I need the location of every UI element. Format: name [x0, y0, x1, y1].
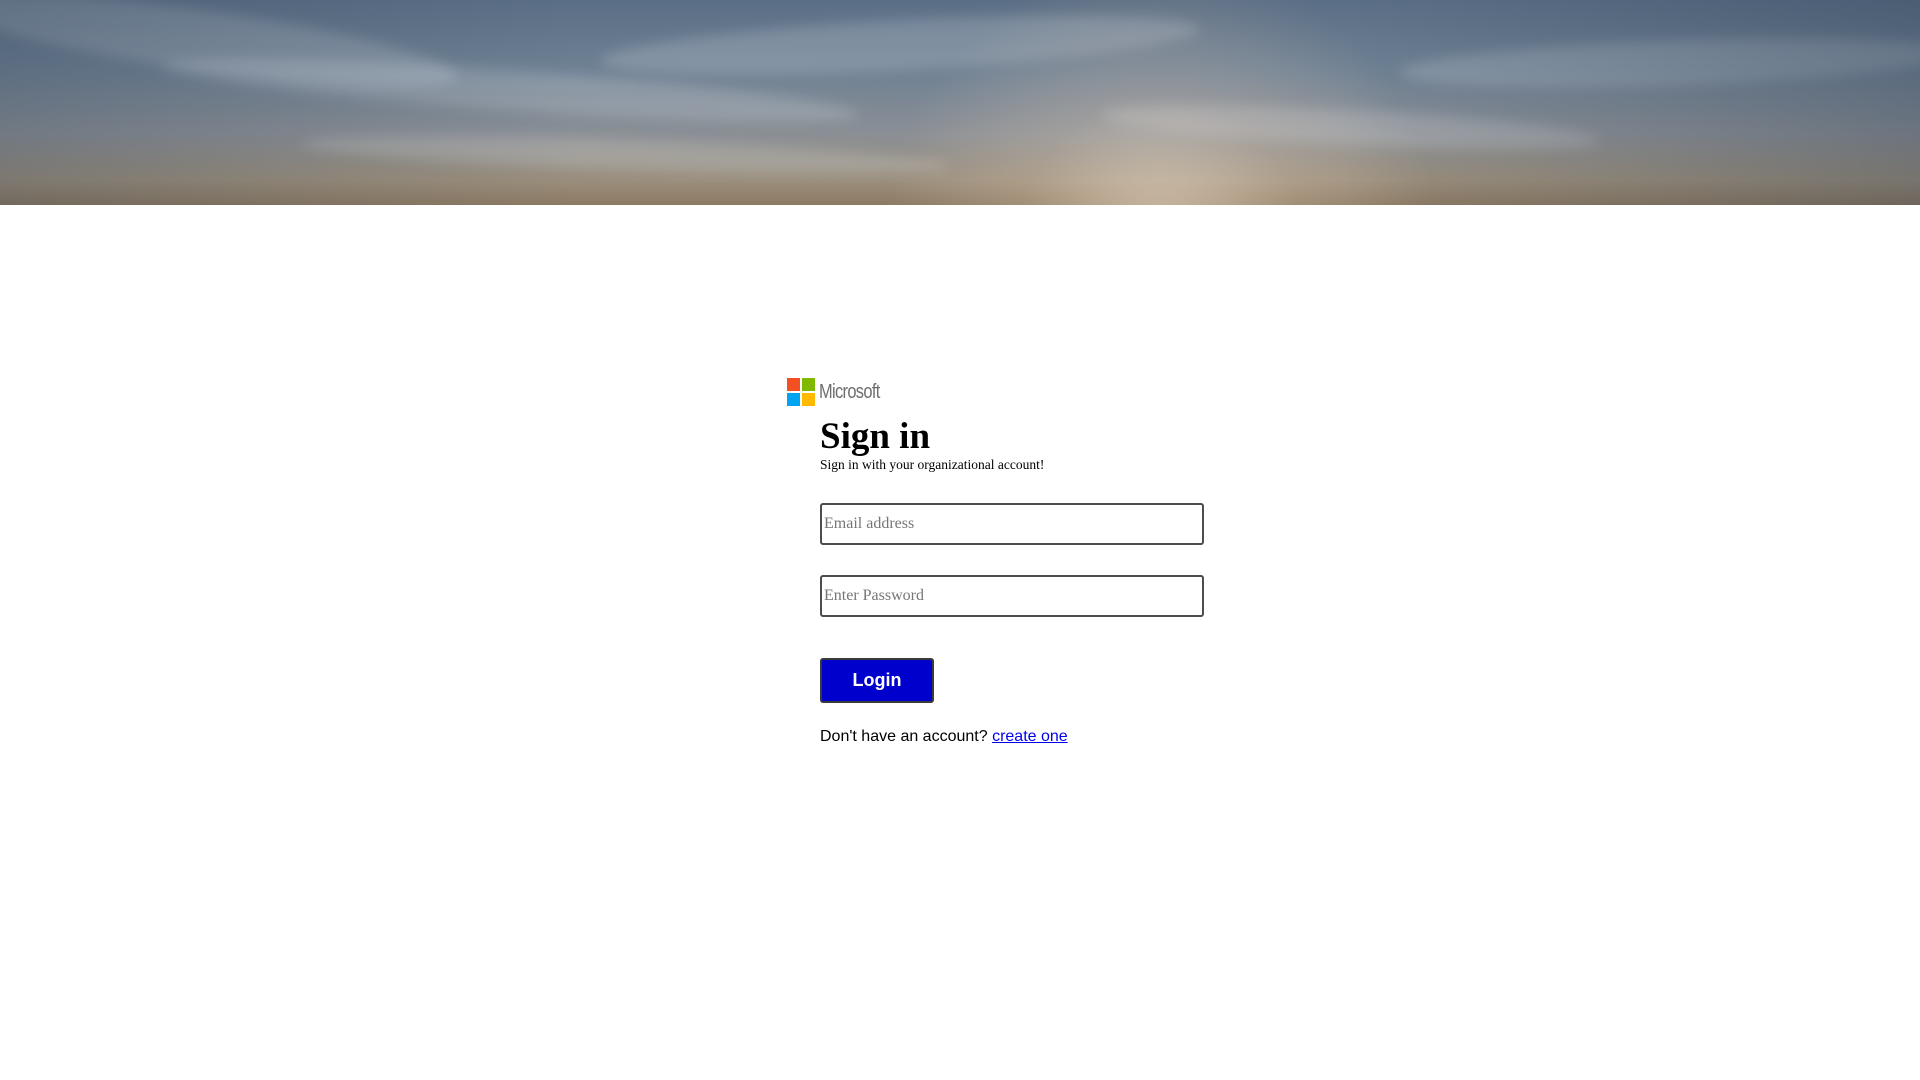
microsoft-logo: Microsoft	[787, 378, 893, 406]
password-field[interactable]	[820, 575, 1204, 617]
logo-square-yellow	[802, 393, 815, 406]
email-field[interactable]	[820, 503, 1204, 545]
signin-form: Sign in Sign in with your organizational…	[820, 415, 1210, 746]
logo-text: Microsoft	[819, 381, 880, 403]
login-button[interactable]: Login	[820, 658, 934, 703]
signup-row: Don't have an account? create one	[820, 728, 1210, 746]
logo-square-blue	[787, 393, 800, 406]
signup-prompt: Don't have an account?	[820, 728, 988, 745]
page-subtitle: Sign in with your organizational account…	[820, 457, 1045, 472]
microsoft-logo-icon	[787, 378, 815, 406]
logo-square-red	[787, 378, 800, 391]
page-title: Sign in	[820, 416, 931, 457]
logo-square-green	[802, 378, 815, 391]
hero-banner-image	[0, 0, 1920, 205]
create-account-link[interactable]: create one	[992, 728, 1068, 745]
